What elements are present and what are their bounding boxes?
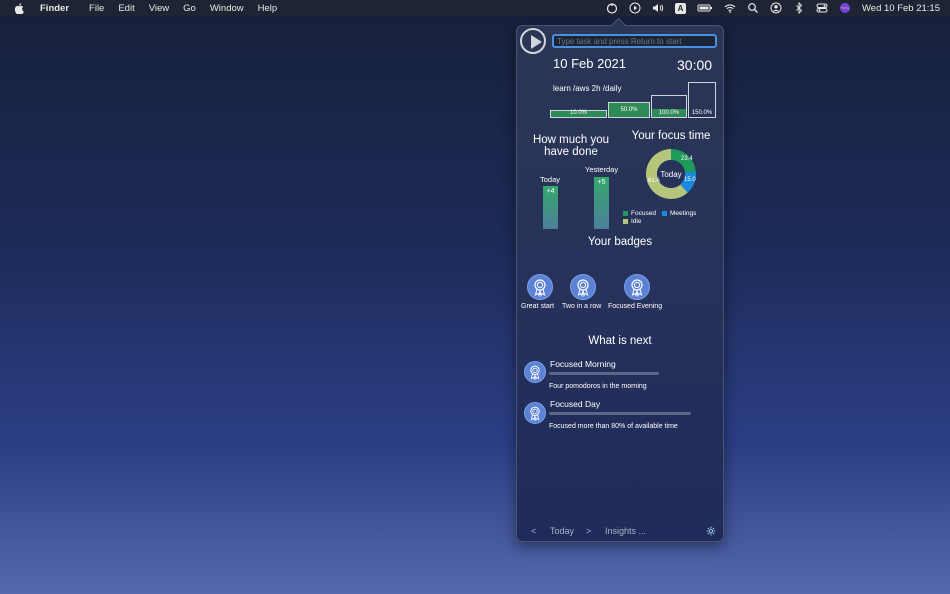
settings-gear-icon[interactable]	[706, 526, 716, 536]
menu-file[interactable]: File	[89, 3, 104, 14]
insights-button[interactable]: Insights ...	[605, 526, 646, 536]
next-item-progress	[549, 412, 691, 415]
goal-bar-4: 150.0%	[688, 82, 716, 118]
next-item-progress	[549, 372, 659, 375]
done-value-yesterday: +5	[597, 179, 606, 186]
goal-label: learn /aws 2h /daily	[553, 84, 622, 93]
input-source-icon[interactable]: A	[675, 2, 686, 14]
badge-two-in-a-row-icon[interactable]	[570, 274, 596, 300]
pomodoro-popover: 10 Feb 2021 30:00 learn /aws 2h /daily 1…	[516, 17, 724, 542]
award-ribbon-icon	[631, 279, 643, 298]
menu-edit[interactable]: Edit	[118, 3, 134, 14]
menu-bar: Finder File Edit View Go Window Help A W…	[0, 0, 950, 16]
bluetooth-icon[interactable]	[793, 2, 805, 14]
badges-title: Your badges	[587, 236, 653, 248]
pomodoro-app-icon[interactable]	[606, 2, 618, 14]
goal-bar-label: 150.0%	[691, 110, 713, 116]
done-title: How much you have done	[532, 134, 610, 158]
goal-bar-label: 100.0%	[658, 110, 680, 116]
done-label-yesterday: Yesterday	[585, 165, 619, 174]
goal-bar-label: 10.0%	[569, 110, 587, 116]
next-item-title: Focused Day	[550, 399, 601, 409]
donut-center-label: Today	[660, 170, 681, 179]
menu-clock[interactable]: Wed 10 Feb 21:15	[862, 3, 940, 14]
next-title: What is next	[588, 335, 652, 347]
legend-idle: Idle	[623, 218, 641, 225]
user-icon[interactable]	[770, 2, 782, 14]
goal-bar-label: 50.0%	[620, 107, 638, 113]
task-input[interactable]	[552, 34, 717, 48]
popover-arrow	[610, 17, 627, 34]
battery-icon[interactable]	[697, 2, 713, 14]
control-center-icon[interactable]	[816, 2, 828, 14]
legend-swatch	[623, 219, 628, 224]
menu-window[interactable]: Window	[210, 3, 244, 14]
badge-two-in-a-row-label: Two in a row	[562, 303, 602, 310]
focus-title: Your focus time	[631, 130, 711, 142]
prev-day-button[interactable]: <	[531, 526, 536, 536]
done-bar-yesterday: +5	[594, 177, 609, 229]
legend-swatch	[662, 211, 667, 216]
award-ribbon-icon	[530, 406, 540, 422]
award-ribbon-icon	[530, 365, 540, 381]
next-item-title: Focused Morning	[550, 359, 616, 369]
next-badge-icon	[524, 402, 546, 424]
badge-focused-evening-label: Focused Evening	[608, 303, 663, 310]
apple-logo-icon[interactable]	[14, 2, 24, 14]
badge-great-start-icon[interactable]	[527, 274, 553, 300]
current-date: 10 Feb 2021	[553, 56, 627, 71]
today-button[interactable]: Today	[550, 526, 574, 536]
done-label-today: Today	[540, 175, 561, 184]
focus-donut-chart: Today 23.4 15.0 61.6	[646, 149, 696, 199]
wifi-icon[interactable]	[724, 2, 736, 14]
legend-swatch	[623, 211, 628, 216]
spotlight-search-icon[interactable]	[747, 2, 759, 14]
legend-meetings: Meetings	[662, 210, 696, 217]
goal-bar-3: 100.0%	[651, 95, 687, 118]
menu-go[interactable]: Go	[183, 3, 196, 14]
menu-app-name[interactable]: Finder	[40, 3, 69, 14]
legend-focused-label: Focused	[631, 210, 656, 217]
done-bar-today: +4	[543, 186, 558, 229]
badge-focused-evening-icon[interactable]	[624, 274, 650, 300]
legend-focused: Focused	[623, 210, 656, 217]
menu-view[interactable]: View	[149, 3, 169, 14]
siri-icon[interactable]	[839, 2, 851, 14]
legend-idle-label: Idle	[631, 218, 642, 225]
donut-label-meetings: 15.0	[684, 177, 696, 183]
badge-great-start-label: Great start	[521, 303, 555, 310]
award-ribbon-icon	[577, 279, 589, 298]
menu-help[interactable]: Help	[258, 3, 278, 14]
goal-bar-2: 50.0%	[608, 102, 650, 118]
next-item-desc: Focused more than 80% of available time	[549, 423, 678, 430]
next-day-button[interactable]: >	[586, 526, 591, 536]
next-item-desc: Four pomodoros in the morning	[549, 383, 647, 390]
play-circle-icon[interactable]	[629, 2, 641, 14]
done-value-today: +4	[546, 188, 555, 195]
next-badge-icon	[524, 361, 546, 383]
donut-label-idle: 61.6	[648, 178, 660, 184]
award-ribbon-icon	[534, 279, 546, 298]
legend-meetings-label: Meetings	[670, 210, 697, 217]
donut-label-focused: 23.4	[681, 156, 693, 162]
goal-bar-1: 10.0%	[550, 110, 607, 118]
start-timer-button[interactable]	[520, 28, 546, 54]
volume-icon[interactable]	[652, 2, 664, 14]
timer-display: 30:00	[677, 57, 713, 73]
